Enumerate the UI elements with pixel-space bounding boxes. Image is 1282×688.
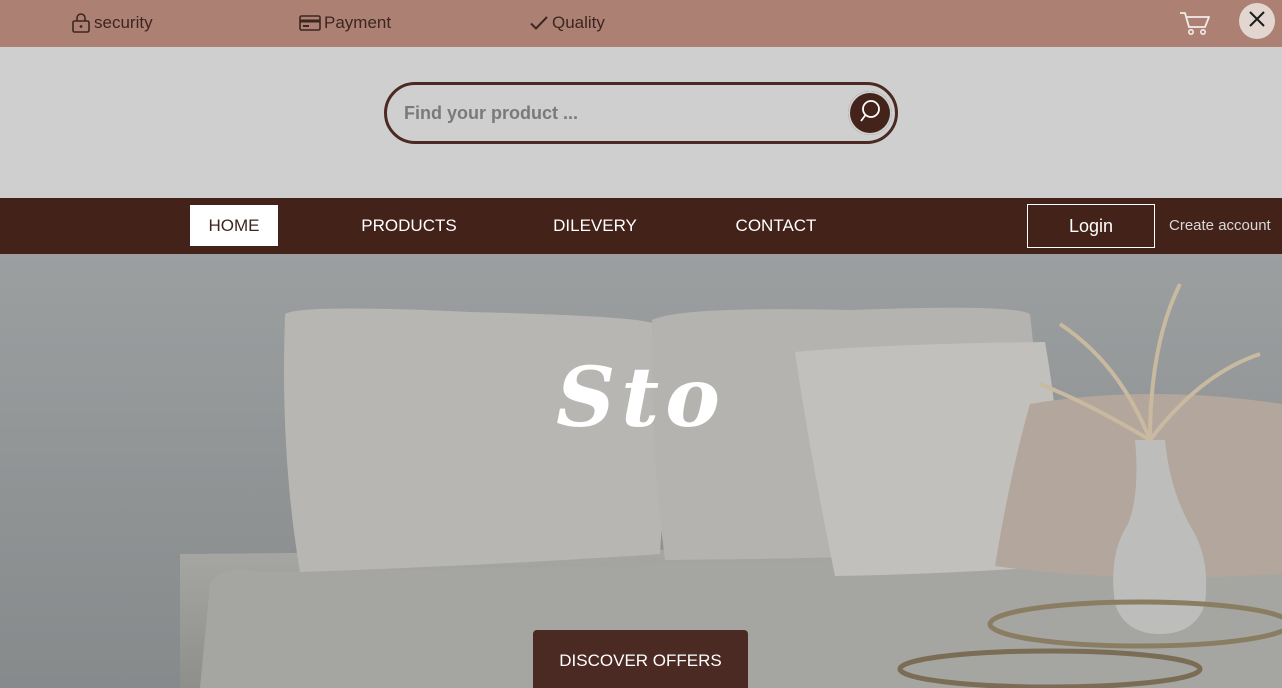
- main-nav: HOME PRODUCTS DILEVERY CONTACT Login Cre…: [0, 198, 1282, 254]
- discover-offers-button[interactable]: DISCOVER OFFERS: [533, 630, 748, 688]
- nav-item-contact[interactable]: CONTACT: [725, 205, 827, 246]
- nav-item-delivery[interactable]: DILEVERY: [545, 205, 645, 246]
- checkmark-icon: [528, 12, 550, 34]
- search-input[interactable]: [404, 97, 834, 129]
- close-icon: [1248, 10, 1266, 33]
- hero-title: Sto: [556, 350, 726, 446]
- feature-label: Quality: [552, 13, 605, 32]
- top-info-bar: security Payment Quality: [0, 0, 1282, 47]
- login-button[interactable]: Login: [1027, 204, 1155, 248]
- hero-banner: Sto DISCOVER OFFERS: [0, 254, 1282, 688]
- feature-quality: Quality: [528, 12, 605, 34]
- feature-payment: Payment: [298, 12, 391, 34]
- hero-background-image: [0, 254, 1282, 688]
- search-section: [0, 47, 1282, 198]
- credit-card-icon: [298, 12, 322, 34]
- search-icon: [856, 97, 884, 130]
- cart-button[interactable]: [1178, 9, 1212, 37]
- lock-icon: [70, 12, 92, 34]
- cart-icon: [1178, 12, 1212, 41]
- feature-security: security: [70, 12, 153, 34]
- feature-label: Payment: [324, 13, 392, 32]
- nav-item-products[interactable]: PRODUCTS: [350, 205, 468, 246]
- nav-item-home[interactable]: HOME: [190, 205, 278, 246]
- search-box: [384, 82, 898, 144]
- feature-label: security: [94, 13, 153, 32]
- close-button[interactable]: [1239, 3, 1275, 39]
- create-account-link[interactable]: Create account: [1169, 217, 1271, 234]
- search-button[interactable]: [848, 91, 892, 135]
